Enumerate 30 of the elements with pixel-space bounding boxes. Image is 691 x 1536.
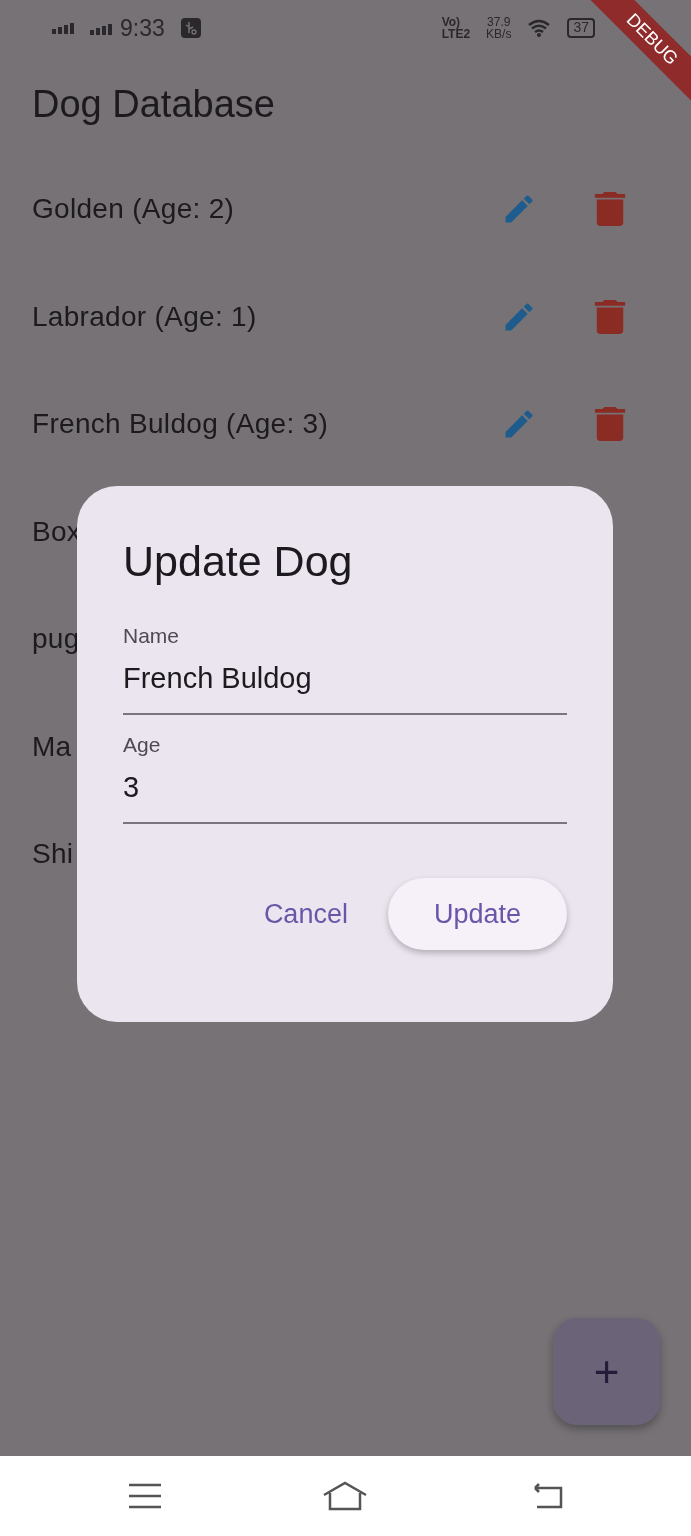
dog-name: Ma xyxy=(32,729,72,764)
dog-name: Labrador (Age: 1) xyxy=(32,299,257,334)
cancel-button[interactable]: Cancel xyxy=(231,877,380,951)
trash-icon[interactable] xyxy=(593,190,627,229)
trash-icon[interactable] xyxy=(593,297,627,336)
dog-name: French Buldog (Age: 3) xyxy=(32,407,329,442)
clock-time: 9:33 xyxy=(120,13,165,43)
dog-name: Box xyxy=(32,514,82,549)
network-speed: 37.9 xyxy=(486,16,512,28)
signal-icon xyxy=(52,22,74,34)
dog-name: Golden (Age: 2) xyxy=(32,192,235,227)
field-label: Age xyxy=(123,731,162,758)
input-field[interactable]: French Buldog xyxy=(123,651,567,715)
home-icon[interactable] xyxy=(322,1481,369,1511)
add-button[interactable]: + xyxy=(553,1318,660,1425)
lte-label: LTE2 xyxy=(441,28,471,40)
battery-level: 37 xyxy=(567,18,595,38)
dialog-title: Update Dog xyxy=(123,536,354,587)
usb-icon xyxy=(180,18,201,38)
dog-name: pug xyxy=(32,622,80,657)
field-label: Name xyxy=(123,622,181,649)
trash-icon[interactable] xyxy=(593,405,627,444)
dog-name: Shi xyxy=(32,837,74,872)
input-field[interactable]: 3 xyxy=(123,760,567,824)
volte-label: Vo) xyxy=(441,16,461,28)
wifi-icon xyxy=(527,19,552,37)
update-button[interactable]: Update xyxy=(387,877,567,951)
speed-unit: KB/s xyxy=(486,28,512,40)
menu-icon[interactable] xyxy=(128,1483,163,1509)
signal-icon xyxy=(90,22,112,35)
